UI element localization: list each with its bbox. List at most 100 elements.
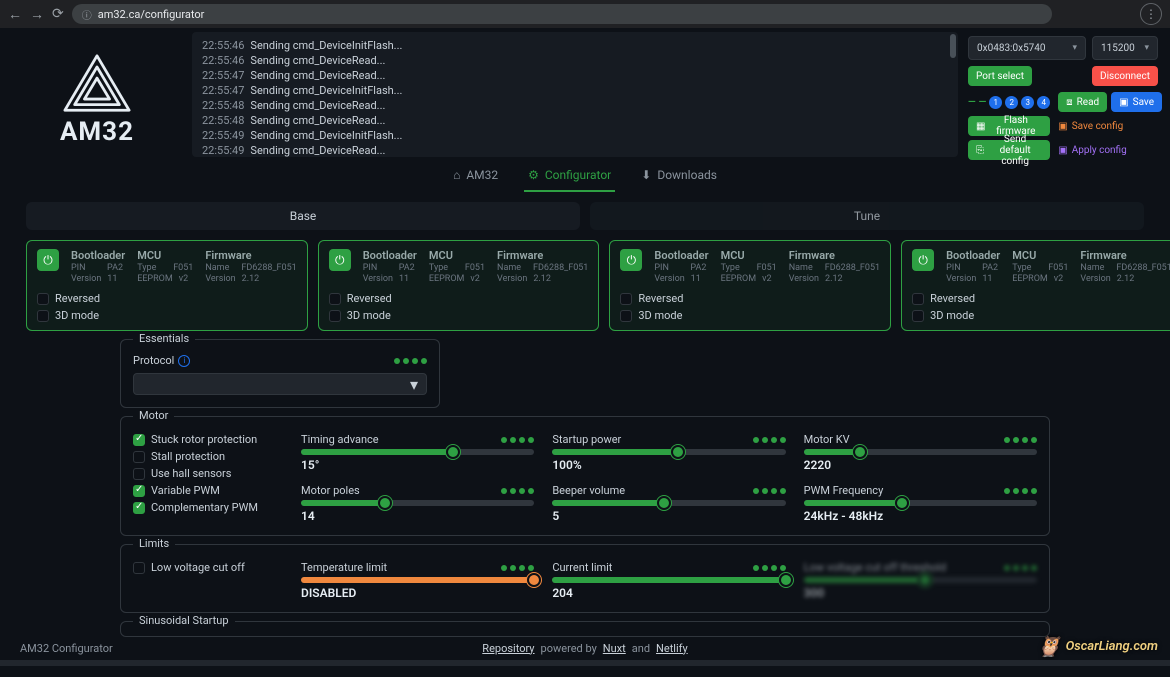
param-motor-poles: Motor poles 14: [301, 484, 534, 523]
url-bar[interactable]: ⓘ am32.ca/configurator: [72, 4, 1052, 24]
read-button[interactable]: ⧈Read: [1058, 92, 1107, 112]
slider-low-voltage-threshold: [804, 577, 1037, 583]
chk-3d-mode[interactable]: 3D mode: [912, 309, 1170, 322]
reload-icon[interactable]: ⟳: [52, 6, 64, 22]
tab-base[interactable]: Base: [26, 202, 580, 230]
connection-panel: 0x0483:0x5740▾ 115200▾ Port select Disco…: [968, 32, 1158, 160]
chk-low-voltage-cutoff[interactable]: Low voltage cut off: [133, 561, 283, 574]
disconnect-button[interactable]: Disconnect: [1092, 66, 1158, 86]
chk-reversed[interactable]: Reversed: [329, 292, 589, 305]
param-low-voltage-threshold: Low voltage cut off threshold 300: [804, 561, 1037, 600]
slider-timing-advance[interactable]: [301, 449, 534, 455]
power-icon[interactable]: ⏻: [329, 249, 351, 271]
nuxt-link[interactable]: Nuxt: [603, 642, 626, 655]
section-title: Motor: [133, 409, 174, 422]
protocol-select[interactable]: ▾: [133, 373, 427, 395]
baud-select[interactable]: 115200▾: [1092, 36, 1158, 60]
device-select[interactable]: 0x0483:0x5740▾: [968, 36, 1086, 60]
chk-3d-mode[interactable]: 3D mode: [620, 309, 880, 322]
esc-4-badge[interactable]: 4: [1037, 96, 1050, 109]
section-title: Sinusoidal Startup: [133, 614, 235, 627]
log-scrollbar[interactable]: [950, 34, 956, 155]
chk-reversed[interactable]: Reversed: [620, 292, 880, 305]
save-button[interactable]: ▣Save: [1111, 92, 1162, 112]
url-text: am32.ca/configurator: [98, 8, 205, 21]
send-icon: ⎘: [976, 145, 984, 156]
chk-hall-sensors[interactable]: Use hall sensors: [133, 467, 283, 480]
slider-pwm-frequency[interactable]: [804, 500, 1037, 506]
param-startup-power: Startup power 100%: [552, 433, 785, 472]
nav-configurator[interactable]: ⚙Configurator: [524, 168, 615, 192]
info-icon[interactable]: i: [178, 355, 190, 367]
esc-card-3[interactable]: ⏻ BootloaderPINPA2Version11 MCUTypeF051E…: [609, 240, 891, 331]
esc-1-badge[interactable]: 1: [989, 96, 1002, 109]
repository-link[interactable]: Repository: [482, 642, 534, 655]
save-config-link[interactable]: ▣Save config: [1058, 121, 1162, 132]
chk-3d-mode[interactable]: 3D mode: [37, 309, 297, 322]
footer-title: AM32 Configurator: [20, 642, 113, 655]
download-icon: ⧈: [1066, 97, 1072, 108]
param-current-limit: Current limit 204: [552, 561, 785, 600]
footer: AM32 Configurator Repository powered by …: [0, 636, 1170, 660]
power-icon[interactable]: ⏻: [912, 249, 934, 271]
horizontal-scrollbar[interactable]: [0, 660, 1170, 666]
slider-motor-kv[interactable]: [804, 449, 1037, 455]
protocol-label: Protocoli: [133, 354, 190, 367]
section-limits: Limits Low voltage cut off Temperature l…: [120, 544, 1050, 613]
netlify-link[interactable]: Netlify: [656, 642, 688, 655]
esc-card-2[interactable]: ⏻ BootloaderPINPA2Version11 MCUTypeF051E…: [318, 240, 600, 331]
port-select-button[interactable]: Port select: [968, 66, 1032, 86]
logo: AM32: [12, 32, 182, 160]
param-pwm-frequency: PWM Frequency 24kHz - 48kHz: [804, 484, 1037, 523]
section-motor: Motor Stuck rotor protection Stall prote…: [120, 416, 1050, 536]
save-icon: ▣: [1119, 97, 1128, 108]
power-icon[interactable]: ⏻: [37, 249, 59, 271]
site-info-icon: ⓘ: [82, 7, 92, 22]
send-default-config-button[interactable]: ⎘Send default config: [968, 140, 1050, 160]
chevron-down-icon: ▾: [410, 375, 418, 394]
sync-dots: [394, 358, 427, 364]
save-icon: ▣: [1058, 121, 1067, 132]
chk-variable-pwm[interactable]: Variable PWM: [133, 484, 283, 497]
section-title: Essentials: [133, 332, 195, 345]
slider-temperature-limit[interactable]: [301, 577, 534, 583]
tab-tune[interactable]: Tune: [590, 202, 1144, 230]
apply-config-link[interactable]: ▣Apply config: [1058, 145, 1162, 156]
param-motor-kv: Motor KV 2220: [804, 433, 1037, 472]
esc-card-4[interactable]: ⏻ BootloaderPINPA2Version11 MCUTypeF051E…: [901, 240, 1170, 331]
esc-2-badge[interactable]: 2: [1005, 96, 1018, 109]
slider-startup-power[interactable]: [552, 449, 785, 455]
chk-complementary-pwm[interactable]: Complementary PWM: [133, 501, 283, 514]
download-icon: ⬇: [641, 168, 651, 182]
section-essentials: Essentials Protocoli ▾: [120, 339, 440, 408]
esc-indicator-row: —— 1 2 3 4: [968, 96, 1050, 109]
home-icon: ⌂: [453, 168, 460, 182]
forward-icon[interactable]: →: [30, 6, 44, 23]
chk-stuck-rotor[interactable]: Stuck rotor protection: [133, 433, 283, 446]
chk-3d-mode[interactable]: 3D mode: [329, 309, 589, 322]
browser-chrome: ← → ⟳ ⓘ am32.ca/configurator ⋮: [0, 0, 1170, 28]
slider-current-limit[interactable]: [552, 577, 785, 583]
chk-stall-protection[interactable]: Stall protection: [133, 450, 283, 463]
logo-icon: [62, 53, 132, 113]
nav-am32[interactable]: ⌂AM32: [449, 168, 502, 192]
log-console: 22:55:46Sending cmd_DeviceInitFlash... 2…: [192, 32, 958, 157]
slider-motor-poles[interactable]: [301, 500, 534, 506]
nav-downloads[interactable]: ⬇Downloads: [637, 168, 721, 192]
slider-beeper-volume[interactable]: [552, 500, 785, 506]
esc-3-badge[interactable]: 3: [1021, 96, 1034, 109]
esc-card-1[interactable]: ⏻ BootloaderPINPA2Version11 MCUTypeF051E…: [26, 240, 308, 331]
param-temperature-limit: Temperature limit DISABLED: [301, 561, 534, 600]
gear-icon: ⚙: [528, 168, 539, 182]
chk-reversed[interactable]: Reversed: [912, 292, 1170, 305]
power-icon[interactable]: ⏻: [620, 249, 642, 271]
chk-reversed[interactable]: Reversed: [37, 292, 297, 305]
chevron-down-icon: ▾: [1144, 43, 1149, 53]
owl-icon: 🦉: [1037, 634, 1062, 658]
param-beeper-volume: Beeper volume 5: [552, 484, 785, 523]
apply-icon: ▣: [1058, 145, 1067, 156]
back-icon[interactable]: ←: [8, 6, 22, 23]
browser-menu-icon[interactable]: ⋮: [1140, 3, 1162, 25]
chevron-down-icon: ▾: [1072, 43, 1077, 53]
section-sinusoidal: Sinusoidal Startup: [120, 621, 1050, 637]
